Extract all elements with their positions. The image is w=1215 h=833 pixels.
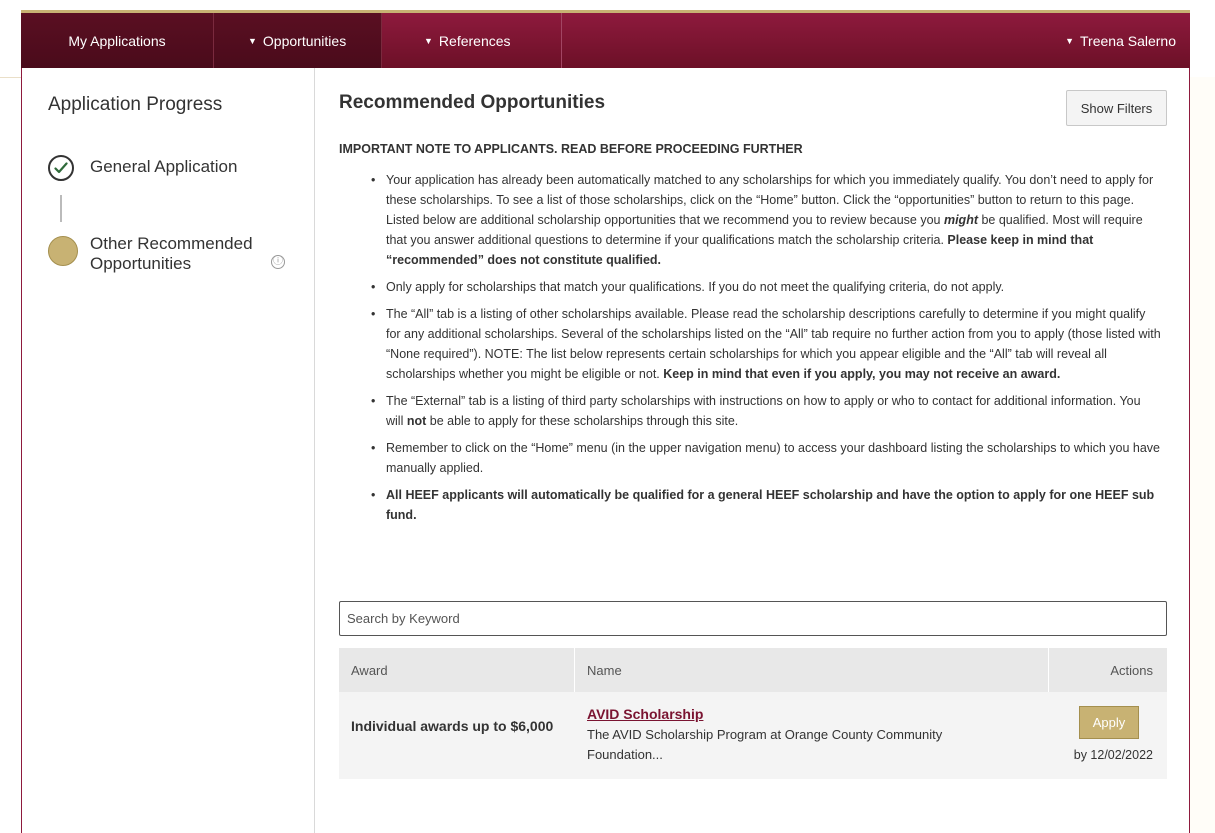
current-step-indicator xyxy=(48,236,78,266)
show-filters-button[interactable]: Show Filters xyxy=(1066,90,1167,126)
important-note-heading: IMPORTANT NOTE TO APPLICANTS. READ BEFOR… xyxy=(339,142,803,156)
note-emphasis: might xyxy=(943,213,978,227)
search-input[interactable] xyxy=(339,601,1167,636)
note-item: Remember to click on the “Home” menu (in… xyxy=(339,438,1161,478)
notes-list: Your application has already been automa… xyxy=(339,170,1161,532)
step-connector xyxy=(60,195,62,222)
deadline-text: by 12/02/2022 xyxy=(1073,748,1153,762)
page-backdrop-right xyxy=(1190,77,1215,833)
nav-opportunities[interactable]: ▼ Opportunities xyxy=(214,13,382,68)
note-strong: All HEEF applicants will automatically b… xyxy=(386,488,1155,522)
opportunities-table: Award Name Actions Individual awards up … xyxy=(339,648,1167,779)
info-icon[interactable]: ⓘ xyxy=(271,255,285,269)
scholarship-link[interactable]: AVID Scholarship xyxy=(587,706,1037,722)
check-circle-icon xyxy=(48,155,74,181)
nav-my-applications-label: My Applications xyxy=(68,32,166,49)
step-other-recommended[interactable]: Other Recommended Opportunities xyxy=(90,234,280,274)
nav-user-menu[interactable]: ▼ Treena Salerno xyxy=(1065,13,1190,68)
caret-down-icon: ▼ xyxy=(1065,35,1075,46)
table-row: Individual awards up to $6,000 AVID Scho… xyxy=(339,692,1167,779)
column-header-actions: Actions xyxy=(1110,662,1153,678)
caret-down-icon: ▼ xyxy=(424,35,433,46)
apply-button[interactable]: Apply xyxy=(1079,706,1139,739)
scholarship-cell: AVID Scholarship The AVID Scholarship Pr… xyxy=(575,692,1049,779)
award-amount: Individual awards up to $6,000 xyxy=(351,718,554,734)
main-content: Recommended Opportunities Show Filters I… xyxy=(339,68,1167,833)
nav-my-applications[interactable]: My Applications xyxy=(21,13,214,68)
scholarship-description: The AVID Scholarship Program at Orange C… xyxy=(587,727,943,762)
content-frame: Application Progress General Application… xyxy=(21,68,1190,833)
table-header: Award Name Actions xyxy=(339,648,1167,692)
column-header-award[interactable]: Award xyxy=(339,648,575,692)
nav-references-label: References xyxy=(438,32,511,49)
note-item: The “External” tab is a listing of third… xyxy=(339,391,1161,431)
note-strong: Keep in mind that even if you apply, you… xyxy=(663,367,1061,381)
step-general-application[interactable]: General Application xyxy=(90,157,237,177)
note-strong: not xyxy=(406,414,427,428)
note-item: Only apply for scholarships that match y… xyxy=(339,277,1161,297)
note-text: Only apply for scholarships that match y… xyxy=(386,280,1005,294)
page-title: Recommended Opportunities xyxy=(339,92,606,113)
progress-sidebar: Application Progress General Application… xyxy=(22,68,315,833)
nav-references[interactable]: ▼ References xyxy=(382,13,562,68)
actions-cell: Apply by 12/02/2022 xyxy=(1049,692,1167,779)
top-navbar: My Applications ▼ Opportunities ▼ Refere… xyxy=(21,10,1190,68)
note-item: The “All” tab is a listing of other scho… xyxy=(339,304,1161,384)
note-item: All HEEF applicants will automatically b… xyxy=(339,485,1161,525)
note-text: Remember to click on the “Home” menu (in… xyxy=(386,441,1161,475)
nav-user-name: Treena Salerno xyxy=(1080,32,1176,49)
sidebar-title: Application Progress xyxy=(48,94,223,115)
caret-down-icon: ▼ xyxy=(248,35,257,46)
note-text: be able to apply for these scholarships … xyxy=(426,414,739,428)
nav-opportunities-label: Opportunities xyxy=(262,32,347,49)
checkmark-icon xyxy=(54,162,68,174)
column-header-name[interactable]: Name xyxy=(575,648,1049,692)
note-item: Your application has already been automa… xyxy=(339,170,1161,270)
